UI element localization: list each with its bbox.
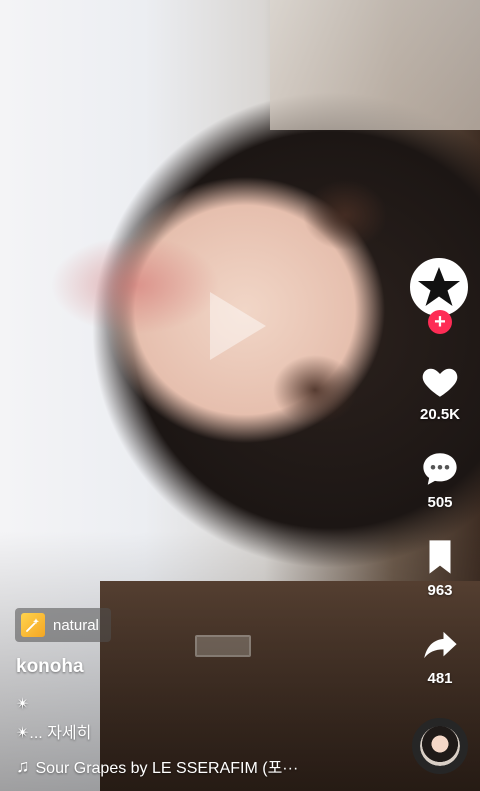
like-button[interactable]: 20.5K	[400, 360, 480, 423]
music-note-icon: ♫	[16, 755, 30, 776]
save-count: 963	[427, 582, 453, 599]
play-icon[interactable]	[210, 292, 266, 360]
creator-avatar[interactable]	[410, 258, 468, 316]
comment-count: 505	[427, 494, 453, 511]
video-player[interactable]: + 20.5K 505 963 481 natural konoha ✴ ✴..…	[0, 0, 480, 791]
sound-title: Sour Grapes by LE SSERAFIM (포···	[35, 760, 299, 777]
sound-info[interactable]: ♫ Sour Grapes by LE SSERAFIM (포···	[16, 754, 298, 778]
like-count: 20.5K	[419, 406, 461, 423]
star-icon	[415, 263, 463, 311]
effect-tag[interactable]: natural	[15, 608, 111, 642]
share-button[interactable]: 481	[400, 624, 480, 687]
save-button[interactable]: 963	[400, 536, 480, 599]
effect-label: natural	[53, 616, 99, 634]
heart-icon	[422, 368, 458, 397]
comment-icon	[423, 453, 457, 485]
creator-username[interactable]: konoha	[16, 656, 84, 678]
sound-cover-image	[420, 726, 460, 766]
sparkle-wand-icon	[21, 613, 45, 637]
share-arrow-icon	[424, 631, 457, 659]
caption-line-1: ✴	[16, 696, 30, 713]
music-disc[interactable]	[412, 718, 468, 774]
follow-button[interactable]: +	[428, 310, 452, 334]
caption-expand[interactable]: ✴... 자세히	[16, 719, 91, 743]
bookmark-icon	[429, 540, 451, 574]
share-count: 481	[427, 670, 453, 687]
comment-button[interactable]: 505	[400, 448, 480, 511]
